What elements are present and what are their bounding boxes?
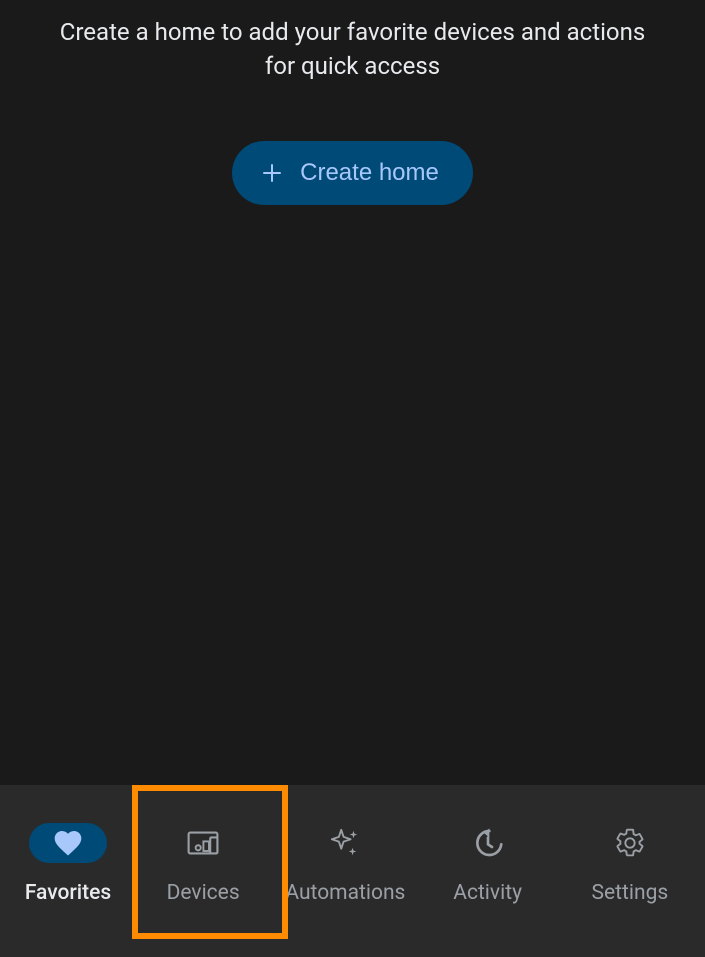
nav-favorites-pill [29, 823, 107, 863]
nav-automations-pill [306, 823, 384, 863]
nav-activity-pill [449, 823, 527, 863]
nav-devices-label: Devices [167, 881, 240, 905]
heart-icon [52, 827, 84, 859]
nav-automations-label: Automations [285, 881, 405, 905]
nav-devices-pill [164, 823, 242, 863]
plus-icon [260, 161, 284, 185]
gear-icon [614, 827, 646, 859]
sparkle-icon [329, 827, 361, 859]
nav-settings[interactable]: Settings [559, 809, 701, 905]
create-home-button[interactable]: Create home [232, 141, 473, 205]
nav-settings-pill [591, 823, 669, 863]
main-content: Create a home to add your favorite devic… [0, 0, 705, 785]
create-home-label: Create home [300, 159, 439, 187]
empty-state-message: Create a home to add your favorite devic… [23, 16, 683, 83]
nav-favorites[interactable]: Favorites [4, 809, 132, 905]
devices-icon [187, 827, 219, 859]
nav-automations[interactable]: Automations [274, 809, 416, 905]
nav-activity-label: Activity [453, 881, 522, 905]
history-icon [472, 827, 504, 859]
nav-favorites-label: Favorites [25, 881, 111, 905]
nav-settings-label: Settings [592, 881, 669, 905]
nav-devices[interactable]: Devices [132, 809, 274, 905]
nav-activity[interactable]: Activity [417, 809, 559, 905]
bottom-nav: Favorites Devices [0, 785, 705, 957]
